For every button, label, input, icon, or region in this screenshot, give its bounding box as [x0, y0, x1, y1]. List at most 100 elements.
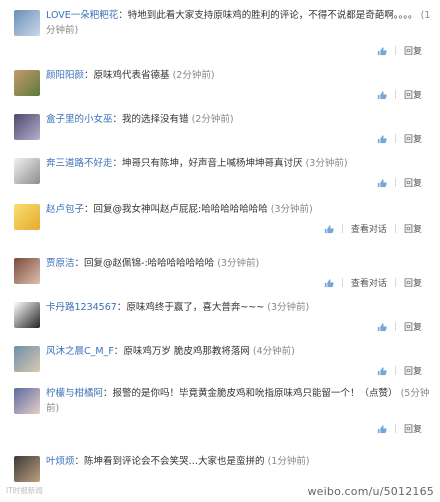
comment-separator: ：: [74, 258, 85, 269]
comment-item: 风沐之晨C_M_F：原味鸡万岁 脆皮鸡那教将落网 (4分钟前) | 回复: [0, 340, 440, 382]
action-divider: |: [393, 89, 397, 100]
comment-actions: | 回复: [377, 320, 422, 333]
comment-actions: | 查看对话 | 回复: [324, 222, 422, 235]
reply-link[interactable]: 回复: [404, 276, 422, 289]
avatar[interactable]: [14, 388, 40, 414]
comment-username[interactable]: 叶烦烦: [46, 456, 75, 467]
comment-item: 奔三道路不好走：坤哥只有陈坤，好声音上喊杨坤坤哥真讨厌 (3分钟前) | 回复: [0, 152, 440, 198]
avatar[interactable]: [14, 70, 40, 96]
like-icon[interactable]: [324, 278, 334, 288]
comment-body: 报警的是你吗！毕竟黄金脆皮鸡和吮指原味鸡只能留一个！（点赞: [112, 388, 389, 399]
comment-actions: | 回复: [377, 44, 422, 57]
comment-text: 盒子里的小女巫：我的选择没有错 (2分钟前): [46, 112, 432, 127]
action-divider: |: [340, 223, 344, 234]
comment-time: (2分钟前): [191, 114, 234, 125]
like-icon[interactable]: [377, 46, 387, 56]
like-icon[interactable]: [324, 224, 334, 234]
comment-username[interactable]: 盒子里的小女巫: [46, 114, 113, 125]
avatar[interactable]: [14, 114, 40, 140]
comment-item: 柠檬与柑橘阿：报警的是你吗！毕竟黄金脆皮鸡和吮指原味鸡只能留一个！（点赞） (5…: [0, 382, 440, 450]
comment-username[interactable]: 赵卢包子: [46, 204, 84, 215]
avatar[interactable]: [14, 158, 40, 184]
comment-body: 原味鸡万岁 脆皮鸡那教将落网: [123, 346, 250, 357]
view-conversation-link[interactable]: 查看对话: [351, 222, 387, 235]
comment-body: 原味鸡终于赢了，喜大普奔~~~: [126, 302, 265, 313]
action-divider: |: [393, 177, 397, 188]
comment-username[interactable]: LOVE一朵粑粑花: [46, 10, 118, 21]
action-divider: |: [393, 321, 397, 332]
action-divider: |: [393, 423, 397, 434]
view-conversation-link[interactable]: 查看对话: [351, 276, 387, 289]
comment-time: (3分钟前): [217, 258, 260, 269]
comment-username[interactable]: 奔三道路不好走: [46, 158, 113, 169]
comment-separator: ：: [118, 10, 128, 21]
comment-separator: ：: [113, 346, 124, 357]
comment-text: 叶烦烦：陈坤看到评论会不会笑哭…大家也是蛮拼的 (1分钟前): [46, 454, 432, 469]
action-divider: |: [393, 45, 397, 56]
comment-separator: ：: [84, 204, 94, 215]
avatar[interactable]: [14, 10, 40, 36]
comment-body: 坤哥只有陈坤，好声音上喊杨坤坤哥真讨厌: [122, 158, 303, 169]
comment-username[interactable]: 贾原洁: [46, 258, 75, 269]
avatar[interactable]: [14, 302, 40, 328]
avatar[interactable]: [14, 456, 40, 482]
comment-body: 回复@赵佩锦-:哈哈哈哈哈哈哈: [84, 258, 215, 269]
comment-username[interactable]: 颜阳阳颜: [46, 70, 84, 81]
reply-link[interactable]: 回复: [404, 88, 422, 101]
comment-separator: ：: [112, 114, 123, 125]
watermark-right: weibo.com/u/5012165: [307, 485, 434, 498]
like-icon[interactable]: [377, 178, 387, 188]
comment-separator: ：: [103, 388, 113, 399]
comment-body: 原味鸡代表省德基: [93, 70, 170, 81]
reply-link[interactable]: 回复: [404, 176, 422, 189]
comment-item: 颜阳阳颜：原味鸡代表省德基 (2分钟前) | 回复: [0, 64, 440, 108]
reply-link[interactable]: 回复: [404, 320, 422, 333]
comment-item: 赵卢包子：回复@我女神叫赵卢屁屁:哈哈哈哈哈哈哈 (3分钟前) | 查看对话 | 回复: [0, 198, 440, 252]
like-icon[interactable]: [377, 134, 387, 144]
comment-username[interactable]: 卡丹路1234567: [46, 302, 117, 313]
action-divider: |: [393, 133, 397, 144]
comment-username[interactable]: 柠檬与柑橘阿: [46, 388, 103, 399]
like-icon[interactable]: [377, 366, 387, 376]
comment-body: 回复@我女神叫赵卢屁屁:哈哈哈哈哈哈哈: [93, 204, 268, 215]
comment-text: 赵卢包子：回复@我女神叫赵卢屁屁:哈哈哈哈哈哈哈 (3分钟前): [46, 202, 432, 217]
comment-body: 陈坤看到评论会不会笑哭…大家也是蛮拼的: [84, 456, 265, 467]
comment-separator: ：: [112, 158, 123, 169]
comment-text: 柠檬与柑橘阿：报警的是你吗！毕竟黄金脆皮鸡和吮指原味鸡只能留一个！（点赞） (5…: [46, 386, 432, 416]
action-divider: |: [393, 277, 397, 288]
comment-actions: | 回复: [377, 88, 422, 101]
comment-text: 奔三道路不好走：坤哥只有陈坤，好声音上喊杨坤坤哥真讨厌 (3分钟前): [46, 156, 432, 171]
avatar[interactable]: [14, 258, 40, 284]
comment-text: 颜阳阳颜：原味鸡代表省德基 (2分钟前): [46, 68, 432, 83]
comment-actions: | 查看对话 | 回复: [324, 276, 422, 289]
reply-link[interactable]: 回复: [404, 364, 422, 377]
comment-item: 盒子里的小女巫：我的选择没有错 (2分钟前) | 回复: [0, 108, 440, 152]
comment-time: (3分钟前): [267, 302, 310, 313]
comment-item: 卡丹路1234567：原味鸡终于赢了，喜大普奔~~~ (3分钟前) | 回复: [0, 296, 440, 340]
comment-username[interactable]: 风沐之晨C_M_F: [46, 346, 114, 357]
action-divider: |: [393, 223, 397, 234]
like-icon[interactable]: [377, 424, 387, 434]
like-icon[interactable]: [377, 322, 387, 332]
comment-time: (1分钟前): [267, 456, 310, 467]
action-divider: |: [393, 365, 397, 376]
action-divider: |: [340, 277, 344, 288]
reply-link[interactable]: 回复: [404, 222, 422, 235]
comment-time: (4分钟前): [252, 346, 295, 357]
avatar[interactable]: [14, 346, 40, 372]
comment-body: 我的选择没有错: [122, 114, 189, 125]
reply-link[interactable]: 回复: [404, 44, 422, 57]
comment-text: LOVE一朵粑粑花：特地到此看大家支持原味鸡的胜利的评论，不得不说都是奇葩啊。。…: [46, 8, 432, 38]
avatar[interactable]: [14, 204, 40, 230]
comment-body: 特地到此看大家支持原味鸡的胜利的评论，不得不说都是奇葩啊。。。。: [127, 10, 418, 21]
reply-link[interactable]: 回复: [404, 422, 422, 435]
comment-separator: ：: [74, 456, 85, 467]
comment-time: (2分钟前): [172, 70, 215, 81]
comment-time: (3分钟前): [305, 158, 348, 169]
like-icon[interactable]: [377, 90, 387, 100]
reply-link[interactable]: 回复: [404, 132, 422, 145]
comment-actions: | 回复: [377, 176, 422, 189]
comment-separator: ：: [84, 70, 94, 81]
comment-actions: | 回复: [377, 422, 422, 435]
comment-text: 风沐之晨C_M_F：原味鸡万岁 脆皮鸡那教将落网 (4分钟前): [46, 344, 432, 359]
